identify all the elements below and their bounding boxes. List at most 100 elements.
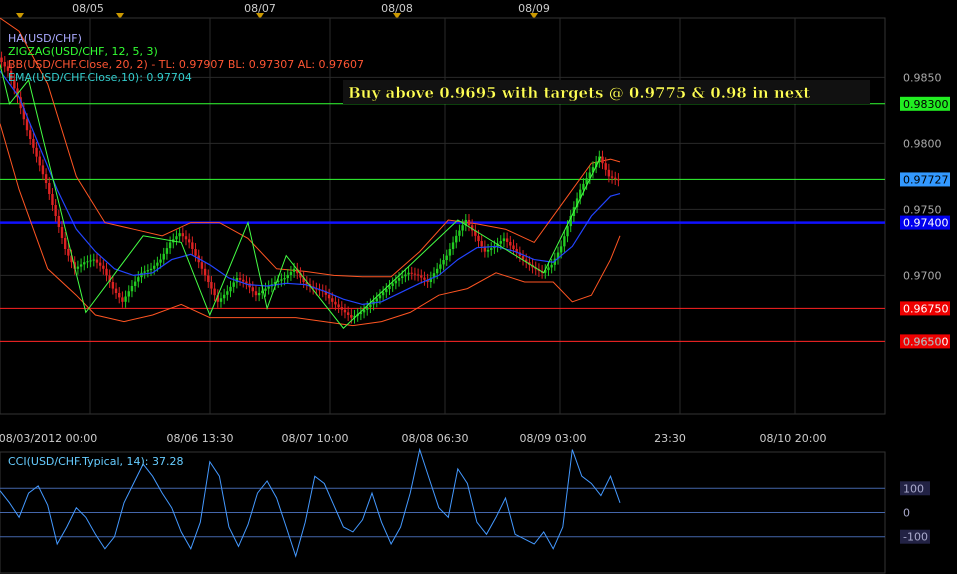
price-tick-label: 0.9750 <box>903 203 942 216</box>
legend-bollinger: BB(USD/CHF.Close, 20, 2) - TL: 0.97907 B… <box>8 58 364 71</box>
ha-candle <box>461 225 464 231</box>
ha-candle <box>133 281 137 286</box>
ha-candle <box>105 268 108 276</box>
ha-candle <box>375 298 378 302</box>
ha-candle <box>505 238 509 242</box>
ha-candle <box>292 268 296 272</box>
time-tick-label: 08/03/2012 00:00 <box>0 432 97 445</box>
ha-candle <box>442 260 445 265</box>
ha-candle <box>610 176 614 178</box>
ha-candle <box>137 277 140 282</box>
ha-candle <box>401 276 404 279</box>
ha-candle <box>95 259 99 263</box>
ha-candle <box>200 262 204 269</box>
top-strip-bg <box>0 0 957 18</box>
ha-candle <box>83 262 86 265</box>
cci-level-label: -100 <box>903 531 928 544</box>
ha-candle <box>191 242 194 249</box>
time-tick-label: 08/08 06:30 <box>402 432 469 445</box>
ha-candle <box>226 291 229 295</box>
ha-candle <box>86 261 89 263</box>
ha-candle <box>397 278 401 281</box>
price-tick-label: 0.9650 <box>903 335 942 348</box>
ha-candle <box>477 235 480 242</box>
ha-candle <box>130 285 134 292</box>
ha-candle <box>178 233 181 237</box>
ha-candle <box>194 249 197 256</box>
ha-candle <box>331 298 334 302</box>
level-label: 0.97400 <box>903 217 949 230</box>
ha-candle <box>229 286 232 292</box>
ha-candle <box>149 268 153 271</box>
ha-candle <box>264 288 267 291</box>
cci-level-label: 100 <box>903 482 924 495</box>
ha-candle <box>60 227 64 238</box>
legend-ema: EMA(USD/CHF.Close,10): 0.97704 <box>8 71 192 84</box>
time-tick-label: 08/09 03:00 <box>520 432 587 445</box>
ha-candle <box>394 280 398 284</box>
ha-candle <box>89 260 92 262</box>
ha-candle <box>146 270 150 272</box>
ha-candle <box>350 315 353 318</box>
ha-candle <box>334 301 337 305</box>
ha-candle <box>267 286 270 289</box>
ha-candle <box>480 241 483 247</box>
top-date-strip: 08/05 08/07 08/08 08/09 <box>0 0 957 19</box>
ha-candle <box>159 259 162 263</box>
ha-candle <box>448 249 452 256</box>
ha-candle <box>385 289 388 293</box>
ha-candle <box>121 297 124 302</box>
ha-candle <box>378 295 382 299</box>
ha-candle <box>416 274 420 276</box>
ha-candle <box>118 293 121 298</box>
ha-candle <box>92 259 95 261</box>
ha-candle <box>219 298 223 302</box>
ha-candle <box>410 272 413 274</box>
ha-candle <box>25 119 29 131</box>
annotation-text: Buy above 0.9695 with targets @ 0.9775 &… <box>348 84 810 102</box>
ha-candle <box>3 62 6 67</box>
ha-candle <box>502 238 506 242</box>
ha-candle <box>391 283 394 286</box>
ha-candle <box>423 277 426 280</box>
ha-candle <box>143 271 146 273</box>
ha-candle <box>111 282 115 289</box>
ha-candle <box>63 238 67 249</box>
ha-candle <box>467 219 471 226</box>
ha-candle <box>114 288 118 293</box>
ha-candle <box>563 236 566 247</box>
ha-candle <box>601 156 604 164</box>
ha-candle <box>614 177 617 180</box>
ha-candle <box>41 165 45 175</box>
ha-candle <box>337 304 340 308</box>
ha-candle <box>76 266 80 269</box>
ha-candle <box>210 282 213 289</box>
ha-candle <box>98 262 102 266</box>
ha-candle <box>283 278 286 280</box>
ha-candle <box>203 268 207 276</box>
ha-candle <box>181 233 185 237</box>
price-tick-label: 0.9700 <box>903 269 942 282</box>
top-date-label: 08/05 <box>72 2 104 15</box>
ha-candle <box>388 285 391 290</box>
ha-candle <box>238 278 242 280</box>
ha-candle <box>582 183 585 190</box>
ha-candle <box>29 130 32 139</box>
ha-candle <box>175 236 178 240</box>
ha-candle <box>340 307 343 310</box>
level-label: 0.98300 <box>903 98 949 111</box>
trade-annotation: Buy above 0.9695 with targets @ 0.9775 &… <box>343 80 870 104</box>
ha-candle <box>35 147 38 157</box>
ha-candle <box>451 242 455 249</box>
ha-candle <box>165 248 169 254</box>
ha-candle <box>156 262 159 266</box>
ha-candle <box>547 267 550 271</box>
ha-candle <box>162 253 165 260</box>
ha-candle <box>168 242 172 249</box>
ha-candle <box>486 249 490 252</box>
time-tick-label: 08/06 13:30 <box>167 432 234 445</box>
ha-candle <box>289 271 293 275</box>
ha-candle <box>559 246 563 253</box>
ha-candle <box>242 279 245 282</box>
level-label: 0.97727 <box>903 173 949 186</box>
